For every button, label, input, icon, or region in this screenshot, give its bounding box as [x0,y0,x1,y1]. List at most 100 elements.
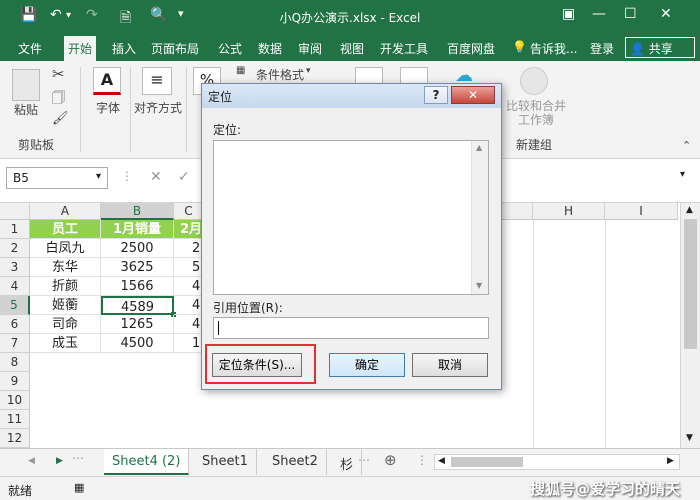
format-painter-icon[interactable]: 🖌 [52,111,69,126]
scroll-down-icon[interactable]: ▼ [476,281,482,290]
name-box[interactable]: B5 ▾ [6,167,108,189]
table-cell[interactable]: 1566 [101,277,174,296]
macro-record-icon[interactable]: ▦ [74,481,84,494]
row-header[interactable]: 1 [0,220,30,239]
table-cell[interactable]: 4 [174,315,202,334]
tab-sheet4-2[interactable]: Sheet4 (2) [104,449,190,475]
menu-formulas[interactable]: 公式 [218,40,242,57]
row-header[interactable]: 12 [0,429,30,448]
menu-page-layout[interactable]: 页面布局 [151,40,199,57]
row-header[interactable]: 11 [0,410,30,429]
chevron-down-icon[interactable]: ▾ [96,171,101,182]
table-cell[interactable]: 1月销量 [101,220,174,239]
column-header-g[interactable] [497,203,533,220]
select-all-corner[interactable] [0,203,30,220]
tab-sheet1[interactable]: Sheet1 [194,449,257,475]
row-header[interactable]: 3 [0,258,30,277]
row-header[interactable]: 5 [0,296,30,315]
table-cell[interactable]: 2500 [101,239,174,258]
tab-ellipsis[interactable]: ⋯ [72,451,84,465]
table-cell[interactable]: 5 [174,258,202,277]
table-cell[interactable]: 成玉 [30,334,101,353]
table-cell[interactable]: 1 [174,334,202,353]
scroll-right-icon[interactable]: ▶ [667,456,674,466]
row-header[interactable]: 2 [0,239,30,258]
table-cell[interactable]: 折颜 [30,277,101,296]
ok-button[interactable]: 确定 [329,353,405,377]
column-header-b[interactable]: B [101,203,174,220]
table-cell[interactable]: 4500 [101,334,174,353]
menu-review[interactable]: 审阅 [298,40,322,57]
menu-data[interactable]: 数据 [258,40,282,57]
maximize-icon[interactable]: ☐ [624,6,637,22]
menu-file[interactable]: 文件 [18,40,42,57]
scrollbar-thumb[interactable] [451,457,523,467]
active-cell[interactable]: 4589 [101,296,174,315]
table-cell[interactable]: 东华 [30,258,101,277]
alignment-icon[interactable]: ≡ [142,67,172,95]
next-sheet-icon[interactable]: ▶ [56,456,63,466]
menu-insert[interactable]: 插入 [112,40,136,57]
clipboard-group-label: 剪贴板 [18,138,55,152]
share-button[interactable]: 👤 共享 [625,37,695,58]
tab-sheet2[interactable]: Sheet2 [264,449,327,475]
menu-developer[interactable]: 开发工具 [380,40,428,57]
horizontal-scrollbar[interactable]: ◀ ▶ [434,454,680,470]
add-sheet-icon[interactable]: ⊕ [384,451,397,469]
alignment-label[interactable]: 对齐方式 [134,99,182,116]
table-cell[interactable]: 2 [174,239,202,258]
table-cell[interactable]: 员工 [30,220,101,239]
column-header-i[interactable]: I [605,203,678,220]
row-header[interactable]: 10 [0,391,30,410]
font-icon[interactable]: A [93,67,121,95]
table-cell[interactable]: 姬蘅 [30,296,101,315]
column-header-a[interactable]: A [30,203,101,220]
copy-icon[interactable]: 🗍 [52,89,65,111]
reference-input[interactable] [213,317,489,339]
column-header-c[interactable]: C [174,203,204,220]
list-scrollbar[interactable]: ▲ ▼ [471,141,488,294]
scroll-down-icon[interactable]: ▼ [686,433,693,443]
row-header[interactable]: 4 [0,277,30,296]
row-header[interactable]: 8 [0,353,30,372]
dialog-title-bar[interactable]: 定位 ? ✕ [202,84,501,108]
paste-icon[interactable] [12,69,40,101]
table-cell[interactable]: 司命 [30,315,101,334]
menu-view[interactable]: 视图 [340,40,364,57]
tab-ellipsis[interactable]: ⋯ [358,453,370,467]
row-header[interactable]: 7 [0,334,30,353]
table-cell[interactable]: 1265 [101,315,174,334]
prev-sheet-icon[interactable]: ◀ [28,456,35,466]
login-link[interactable]: 登录 [590,40,614,57]
row-header[interactable]: 6 [0,315,30,334]
cut-icon[interactable]: ✂ [52,65,65,83]
goto-list[interactable]: ▲ ▼ [213,140,489,295]
status-bar: 就绪 ▦ 搜狐号@爱学习的晴天 [0,476,700,500]
table-cell[interactable]: 3625 [101,258,174,277]
scroll-up-icon[interactable]: ▲ [686,205,693,215]
close-icon[interactable]: ✕ [660,6,672,22]
dialog-close-button[interactable]: ✕ [451,86,495,104]
table-cell[interactable]: 4 [174,296,202,315]
table-cell[interactable]: 2月 [174,220,202,239]
table-cell[interactable]: 4 [174,277,202,296]
paste-label[interactable]: 粘贴 [14,101,38,118]
minimize-icon[interactable]: — [592,6,606,22]
expand-formula-bar-icon[interactable]: ▾ [680,169,685,180]
font-label[interactable]: 字体 [96,99,120,116]
scroll-up-icon[interactable]: ▲ [476,143,482,152]
table-cell[interactable]: 白凤九 [30,239,101,258]
menu-baidu-netdisk[interactable]: 百度网盘 [447,40,495,57]
tell-me-search[interactable]: 告诉我... [530,40,577,57]
vertical-scrollbar[interactable]: ▲ ▼ [680,203,700,448]
conditional-format-button[interactable]: 条件格式 [256,66,304,83]
scrollbar-thumb[interactable] [684,219,697,349]
cancel-button[interactable]: 取消 [412,353,488,377]
column-header-h[interactable]: H [533,203,605,220]
help-button[interactable]: ? [424,86,448,104]
row-header[interactable]: 9 [0,372,30,391]
collapse-ribbon-icon[interactable]: ⌃ [682,139,691,152]
scroll-left-icon[interactable]: ◀ [438,456,445,466]
menu-home[interactable]: 开始 [64,36,97,61]
ribbon-options-icon[interactable]: ▣ [562,6,575,22]
